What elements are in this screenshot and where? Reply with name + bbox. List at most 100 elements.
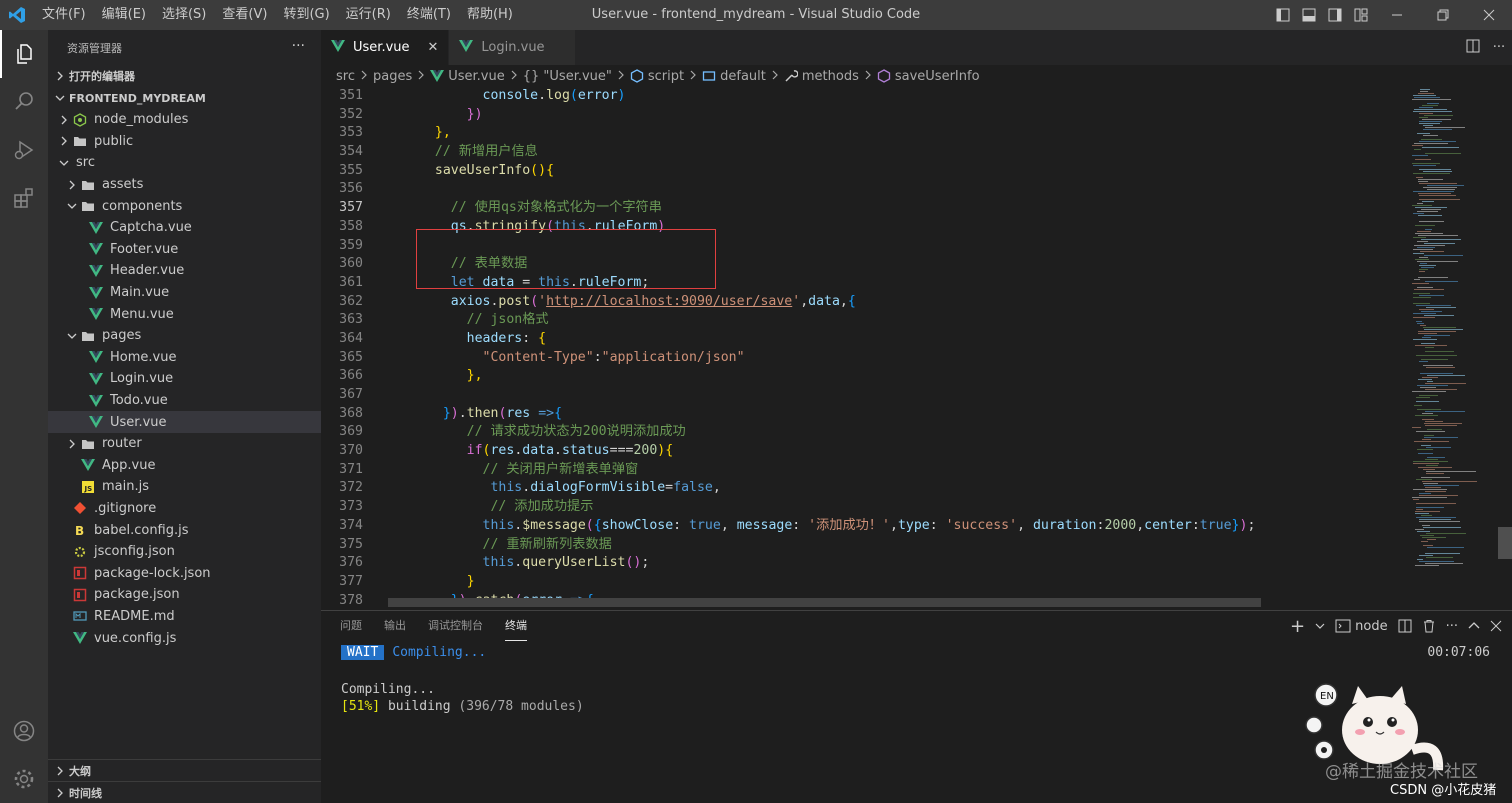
- close-panel-icon[interactable]: [1490, 620, 1502, 632]
- folder-item[interactable]: src: [48, 152, 321, 174]
- scrollbar-thumb[interactable]: [1498, 527, 1512, 559]
- file-item[interactable]: Footer.vue: [48, 239, 321, 261]
- customize-layout-icon[interactable]: [1348, 0, 1374, 30]
- minimap[interactable]: [1404, 87, 1498, 610]
- code-text: headers: {: [363, 330, 546, 349]
- split-terminal-icon[interactable]: [1398, 619, 1412, 633]
- tab-user-vue[interactable]: User.vue ✕: [321, 30, 450, 65]
- code-text: // 添加成功提示: [363, 498, 593, 517]
- restore-icon[interactable]: [1420, 0, 1466, 30]
- file-item[interactable]: Todo.vue: [48, 390, 321, 412]
- search-icon[interactable]: [0, 78, 48, 126]
- new-terminal-icon[interactable]: +: [1290, 616, 1305, 637]
- open-editors-section[interactable]: 打开的编辑器: [48, 65, 321, 87]
- folder-item[interactable]: assets: [48, 174, 321, 196]
- file-item[interactable]: Main.vue: [48, 282, 321, 304]
- timeline-label: 时间线: [69, 786, 102, 800]
- file-item[interactable]: Header.vue: [48, 260, 321, 282]
- file-item[interactable]: package-lock.json: [48, 562, 321, 584]
- file-item[interactable]: package.json: [48, 584, 321, 606]
- outline-section[interactable]: 大纲: [48, 759, 321, 781]
- panel-tab[interactable]: 问题: [340, 611, 362, 641]
- breadcrumb-item[interactable]: User.vue: [430, 69, 505, 84]
- file-item[interactable]: jsconfig.json: [48, 541, 321, 563]
- explorer-header: 资源管理器 ···: [48, 30, 321, 65]
- activity-bar: [0, 30, 48, 803]
- terminal-selector[interactable]: node: [1335, 619, 1388, 634]
- vue-file-icon: [72, 630, 88, 646]
- timeline-section[interactable]: 时间线: [48, 781, 321, 803]
- code-token: "application/json": [601, 349, 745, 365]
- panel-tab[interactable]: 调试控制台: [428, 611, 483, 641]
- accounts-icon[interactable]: [0, 707, 48, 755]
- breadcrumb-item[interactable]: methods: [784, 69, 859, 84]
- line-number: 373: [339, 499, 363, 515]
- breadcrumb-item[interactable]: default: [702, 69, 766, 84]
- file-item[interactable]: vue.config.js: [48, 627, 321, 649]
- file-item[interactable]: README.md: [48, 606, 321, 628]
- folder-item[interactable]: router: [48, 433, 321, 455]
- chevron-down-icon[interactable]: [1315, 621, 1325, 631]
- settings-gear-icon[interactable]: [0, 755, 48, 803]
- tree-item-label: assets: [102, 177, 144, 193]
- menu-item[interactable]: 文件(F): [34, 0, 94, 30]
- file-item[interactable]: Captcha.vue: [48, 217, 321, 239]
- terminal-line: WAIT Compiling...: [341, 645, 1512, 662]
- line-number: 357: [339, 200, 363, 216]
- folder-item[interactable]: pages: [48, 325, 321, 347]
- menu-item[interactable]: 转到(G): [275, 0, 337, 30]
- more-actions-icon[interactable]: ···: [1446, 619, 1458, 634]
- tree-item-label: Main.vue: [110, 285, 170, 301]
- panel-tab[interactable]: 输出: [384, 611, 406, 641]
- menu-item[interactable]: 帮助(H): [459, 0, 521, 30]
- toggle-primary-sidebar-icon[interactable]: [1270, 0, 1296, 30]
- file-item[interactable]: Menu.vue: [48, 303, 321, 325]
- folder-item[interactable]: node_modules: [48, 109, 321, 131]
- panel-tab[interactable]: 终端: [505, 611, 527, 641]
- breadcrumb-item[interactable]: pages: [373, 69, 412, 84]
- menu-item[interactable]: 编辑(E): [94, 0, 154, 30]
- trash-icon[interactable]: [1422, 619, 1436, 633]
- code-line: 351 console.log(error): [321, 87, 1404, 106]
- menu-item[interactable]: 运行(R): [338, 0, 399, 30]
- toggle-secondary-sidebar-icon[interactable]: [1322, 0, 1348, 30]
- horizontal-scrollbar[interactable]: [388, 598, 1261, 607]
- file-item[interactable]: Home.vue: [48, 347, 321, 369]
- more-actions-icon[interactable]: ···: [1486, 40, 1512, 55]
- maximize-panel-icon[interactable]: [1468, 620, 1480, 632]
- close-window-icon[interactable]: [1466, 0, 1512, 30]
- breadcrumb-item[interactable]: src: [336, 69, 355, 84]
- breadcrumb-item[interactable]: script: [630, 69, 684, 84]
- tab-login-vue[interactable]: Login.vue: [449, 30, 576, 65]
- menu-item[interactable]: 终端(T): [399, 0, 459, 30]
- toggle-panel-icon[interactable]: [1296, 0, 1322, 30]
- more-actions-icon[interactable]: ···: [292, 38, 305, 54]
- run-debug-icon[interactable]: [0, 126, 48, 174]
- split-editor-icon[interactable]: [1460, 39, 1486, 57]
- folder-item[interactable]: public: [48, 131, 321, 153]
- extensions-icon[interactable]: [0, 174, 48, 222]
- folder-item[interactable]: components: [48, 195, 321, 217]
- line-number: 371: [339, 461, 363, 477]
- file-item[interactable]: User.vue: [48, 411, 321, 433]
- file-item[interactable]: App.vue: [48, 455, 321, 477]
- file-item[interactable]: JS main.js: [48, 476, 321, 498]
- file-item[interactable]: .gitignore: [48, 498, 321, 520]
- breadcrumb-item[interactable]: {} "User.vue": [523, 69, 612, 84]
- file-item[interactable]: Login.vue: [48, 368, 321, 390]
- file-item[interactable]: Bbabel.config.js: [48, 519, 321, 541]
- menu-item[interactable]: 查看(V): [214, 0, 275, 30]
- minimize-icon[interactable]: [1374, 0, 1420, 30]
- menu-item[interactable]: 选择(S): [154, 0, 214, 30]
- close-tab-icon[interactable]: ✕: [428, 40, 439, 55]
- project-section[interactable]: FRONTEND_MYDREAM: [48, 87, 321, 109]
- explorer-icon[interactable]: [0, 30, 48, 78]
- code-editor[interactable]: 351 console.log(error) 352 }) 353 }, 354 //…: [321, 87, 1404, 610]
- vertical-scrollbar[interactable]: [1498, 87, 1512, 610]
- breadcrumb-item[interactable]: saveUserInfo: [877, 69, 980, 84]
- breadcrumb-label: src: [336, 68, 355, 84]
